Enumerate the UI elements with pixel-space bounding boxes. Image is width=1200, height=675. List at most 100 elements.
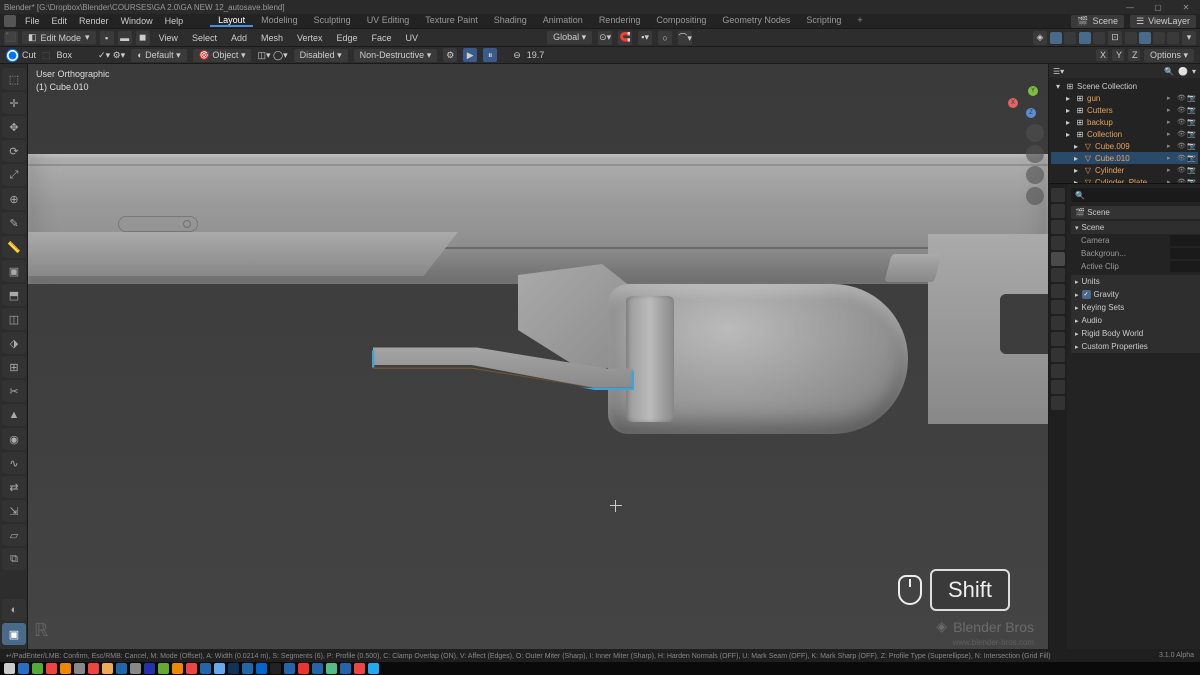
measure-tool-icon[interactable]: 📏 (2, 236, 26, 258)
render-toggle-icon[interactable]: 📷 (1187, 106, 1196, 115)
perspective-icon[interactable] (1026, 187, 1044, 205)
taskbar-app-icon[interactable] (60, 663, 71, 674)
taskbar-app-icon[interactable] (102, 663, 113, 674)
transform-tool-icon[interactable]: ⊕ (2, 188, 26, 210)
scene-selector[interactable]: 🎬Scene (1071, 15, 1124, 28)
section-gravity[interactable]: ▸✓Gravity (1071, 288, 1200, 301)
hide-toggle-icon[interactable]: 👁 (1177, 106, 1186, 115)
viewlayer-selector[interactable]: ☰ViewLayer (1130, 15, 1196, 28)
settings-icon[interactable]: ⚙ (443, 48, 457, 62)
prop-tab-data[interactable] (1051, 364, 1065, 378)
spin-tool-icon[interactable]: ◉ (2, 428, 26, 450)
options-dropdown[interactable]: Options ▾ (1144, 49, 1194, 62)
uv-menu[interactable]: UV (401, 33, 424, 43)
taskbar-app-icon[interactable] (144, 663, 155, 674)
move-tool-icon[interactable]: ✥ (2, 116, 26, 138)
exclude-toggle-icon[interactable]: ▸ (1167, 166, 1176, 175)
disclosure-icon[interactable]: ▸ (1071, 165, 1081, 175)
shading-rendered[interactable] (1167, 32, 1179, 44)
menu-help[interactable]: Help (160, 16, 189, 26)
section-units[interactable]: ▸Units (1071, 275, 1200, 288)
tree-scene-collection[interactable]: ▾ ⊞ Scene Collection (1051, 80, 1198, 92)
taskbar-app-icon[interactable] (32, 663, 43, 674)
prop-tab-modifier[interactable] (1051, 300, 1065, 314)
taskbar-app-icon[interactable] (242, 663, 253, 674)
render-toggle-icon[interactable]: 📷 (1187, 118, 1196, 127)
prop-tab-tool[interactable] (1051, 188, 1065, 202)
rotate-tool-icon[interactable]: ⟳ (2, 140, 26, 162)
taskbar-app-icon[interactable] (186, 663, 197, 674)
play-icon[interactable]: ▶ (463, 48, 477, 62)
inset-tool-icon[interactable]: ◫ (2, 308, 26, 330)
object-dropdown[interactable]: 🎯 Object ▾ (193, 49, 252, 62)
menu-file[interactable]: File (20, 16, 45, 26)
taskbar-app-icon[interactable] (368, 663, 379, 674)
select-tool-icon[interactable]: ⬚ (2, 68, 26, 90)
taskbar-app-icon[interactable] (158, 663, 169, 674)
bevel-tool-icon[interactable]: ⬗ (2, 332, 26, 354)
view-menu[interactable]: View (154, 33, 183, 43)
taskbar-app-icon[interactable] (354, 663, 365, 674)
tree-row[interactable]: ▸▽Cylinder_Plate▸👁📷 (1051, 176, 1198, 184)
overlay-toggle[interactable] (1079, 32, 1091, 44)
maximize-button[interactable]: ▢ (1148, 3, 1168, 12)
gizmo-z-axis[interactable]: Z (1026, 108, 1036, 118)
taskbar-app-icon[interactable] (326, 663, 337, 674)
cut-radio[interactable]: Cut (6, 49, 36, 62)
taskbar-app-icon[interactable] (312, 663, 323, 674)
section-custom[interactable]: ▸Custom Properties (1071, 340, 1200, 353)
face-menu[interactable]: Face (367, 33, 397, 43)
render-toggle-icon[interactable]: 📷 (1187, 130, 1196, 139)
nondestructive-dropdown[interactable]: Non-Destructive ▾ (354, 49, 438, 62)
taskbar-app-icon[interactable] (172, 663, 183, 674)
mode-selector[interactable]: ◧Edit Mode▾ (22, 31, 96, 44)
taskbar-app-icon[interactable] (284, 663, 295, 674)
exclude-toggle-icon[interactable]: ▸ (1167, 142, 1176, 151)
tab-geometry-nodes[interactable]: Geometry Nodes (714, 15, 798, 27)
tab-shading[interactable]: Shading (486, 15, 535, 27)
exclude-toggle-icon[interactable]: ▸ (1167, 106, 1176, 115)
prop-tab-physics[interactable] (1051, 332, 1065, 346)
tree-row[interactable]: ▸▽Cube.010▸👁📷 (1051, 152, 1198, 164)
outliner-type-icon[interactable]: ☰▾ (1053, 67, 1064, 76)
hide-toggle-icon[interactable]: 👁 (1177, 130, 1186, 139)
active-clip-row[interactable]: Active Clip (1071, 260, 1200, 273)
menu-edit[interactable]: Edit (47, 16, 73, 26)
menu-render[interactable]: Render (74, 16, 114, 26)
gizmo-x-axis[interactable]: X (1008, 98, 1018, 108)
disclosure-icon[interactable]: ▸ (1071, 141, 1081, 151)
prop-tab-scene[interactable] (1051, 252, 1065, 266)
vertex-menu[interactable]: Vertex (292, 33, 328, 43)
taskbar-app-icon[interactable] (256, 663, 267, 674)
outliner-filter-icon[interactable]: ⚪ (1178, 67, 1188, 76)
shrink-tool-icon[interactable]: ⇲ (2, 500, 26, 522)
render-toggle-icon[interactable]: 📷 (1187, 142, 1196, 151)
taskbar-app-icon[interactable] (270, 663, 281, 674)
prop-tab-viewlayer[interactable] (1051, 236, 1065, 250)
tab-layout[interactable]: Layout (210, 15, 253, 27)
camera-icon[interactable] (1026, 166, 1044, 184)
gizmo-y-axis[interactable]: Y (1028, 86, 1038, 96)
editor-type-icon[interactable]: ⬛ (4, 31, 18, 45)
taskbar-app-icon[interactable] (46, 663, 57, 674)
tab-modeling[interactable]: Modeling (253, 15, 306, 27)
tab-rendering[interactable]: Rendering (591, 15, 649, 27)
close-button[interactable]: ✕ (1176, 3, 1196, 12)
exclude-toggle-icon[interactable]: ▸ (1167, 130, 1176, 139)
select-vertex-button[interactable]: ▪ (100, 31, 114, 45)
add-cube-tool-icon[interactable]: ▣ (2, 260, 26, 282)
cursor-tool-icon[interactable]: ✛ (2, 92, 26, 114)
disclosure-icon[interactable]: ▸ (1063, 105, 1073, 115)
tab-scripting[interactable]: Scripting (798, 15, 849, 27)
tab-sculpting[interactable]: Sculpting (306, 15, 359, 27)
section-scene[interactable]: ▾Scene (1071, 221, 1200, 234)
nav-gizmo[interactable]: X Y Z (1008, 82, 1040, 114)
gravity-checkbox[interactable]: ✓ (1082, 290, 1091, 299)
gizmo-toggle[interactable] (1050, 32, 1062, 44)
edge-slide-tool-icon[interactable]: ⇄ (2, 476, 26, 498)
outliner-tree[interactable]: ▾ ⊞ Scene Collection ▸⊞gun▸👁📷▸⊞Cutters▸👁… (1049, 78, 1200, 184)
search-input[interactable] (1089, 191, 1199, 200)
taskbar-app-icon[interactable] (200, 663, 211, 674)
shear-tool-icon[interactable]: ▱ (2, 524, 26, 546)
mesh-edit-mode-icon[interactable]: ◈ (1033, 31, 1047, 45)
